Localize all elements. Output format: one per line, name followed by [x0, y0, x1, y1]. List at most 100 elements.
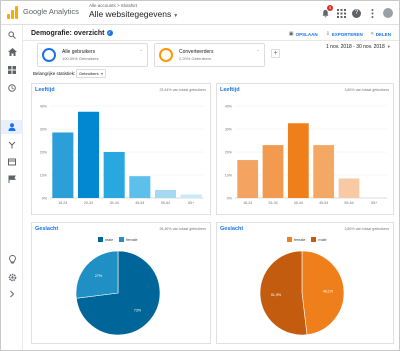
segment-color-ring	[42, 48, 56, 62]
chevron-down-icon[interactable]: ⌄	[139, 47, 143, 53]
realtime-icon[interactable]	[7, 83, 17, 93]
report-actions: ▣ OPSLAAN ⇩ EXPORTEREN < DELEN	[289, 31, 391, 37]
y-tick-label: 30%	[225, 127, 233, 131]
bar	[52, 132, 74, 198]
segment-share: 100,00% Gebruikers	[62, 56, 99, 61]
add-segment-button[interactable]: +	[271, 49, 280, 58]
breadcrumb[interactable]: Alle accounts > Slotshirt	[89, 3, 137, 8]
segment-color-ring	[159, 48, 173, 62]
x-tick-label: 18-24	[58, 201, 67, 205]
segment-name: Converteerders	[179, 49, 214, 55]
conversions-icon[interactable]	[7, 174, 17, 184]
export-button[interactable]: ⇩ EXPORTEREN	[326, 31, 363, 37]
bar	[180, 194, 202, 198]
header-divider	[23, 40, 399, 41]
top-bar: Google Analytics Alle accounts > Slotshi…	[1, 1, 399, 25]
slice-value-label: 73%	[134, 309, 142, 313]
y-tick-label: 30%	[40, 127, 48, 131]
discover-icon[interactable]	[7, 254, 17, 264]
x-tick-label: 65+	[188, 201, 194, 205]
bar	[338, 178, 360, 198]
date-range-text: 1 nov. 2018 - 30 nov. 2018	[326, 44, 385, 50]
x-tick-label: 35-44	[110, 201, 119, 205]
page-title-text: Demografie: overzicht	[31, 30, 105, 37]
help-icon[interactable]: ?	[352, 8, 361, 18]
y-tick-label: 10%	[225, 173, 233, 177]
left-navigation	[1, 25, 23, 350]
y-tick-label: 20%	[40, 150, 48, 154]
chevron-down-icon: ▼	[173, 13, 179, 19]
y-tick-label: 40%	[40, 104, 48, 108]
view-name: Alle websitegegevens	[89, 9, 172, 19]
x-tick-label: 18-24	[243, 201, 252, 205]
behavior-icon[interactable]	[7, 157, 17, 167]
age-bar-chart: 0% 10% 20% 30% 40% 18-24 25-34 35-44 45-54 55-64 6…	[225, 104, 387, 205]
top-bar-icons: 5 ?	[320, 5, 393, 21]
bar	[129, 176, 151, 198]
gender-chart-all-users: Geslacht 26,46% van totaal gebruikers ma…	[31, 222, 211, 344]
x-tick-label: 45-54	[319, 201, 328, 205]
page-title: Demografie: overzicht ✓	[31, 30, 113, 37]
app-frame: Google Analytics Alle accounts > Slotshi…	[0, 0, 400, 351]
y-tick-label: 0%	[42, 196, 48, 200]
google-analytics-logo[interactable]	[7, 6, 19, 19]
chevron-down-icon: ▾	[100, 71, 103, 76]
x-tick-label: 25-34	[84, 201, 93, 205]
notification-badge: 5	[327, 5, 333, 11]
bar	[262, 145, 284, 198]
age-chart-all-users: Leeftijd 23,44% van totaal gebruikers 0%…	[31, 83, 211, 215]
gender-chart-converters: Geslacht 3,80% van totaal gebruikers fem…	[216, 222, 394, 344]
slice-value-label: 48,1%	[323, 290, 334, 294]
save-button[interactable]: ▣ OPSLAAN	[289, 31, 318, 37]
share-button-label: DELEN	[375, 31, 391, 37]
gender-pie-chart: 73% 27%	[75, 250, 161, 336]
x-tick-label: 25-34	[268, 201, 277, 205]
expand-icon[interactable]	[7, 289, 17, 299]
segment-all-users[interactable]: Alle gebruikers 100,00% Gebruikers ⌄	[37, 43, 148, 67]
x-tick-label: 35-44	[294, 201, 303, 205]
x-tick-label: 65+	[371, 201, 377, 205]
acquisition-icon[interactable]	[7, 140, 17, 150]
save-icon: ▣	[288, 31, 294, 37]
share-button[interactable]: < DELEN	[371, 31, 391, 37]
customization-icon[interactable]	[7, 65, 17, 75]
export-button-label: EXPORTEREN	[331, 31, 363, 37]
chevron-down-icon[interactable]: ⌄	[256, 47, 260, 53]
account-avatar[interactable]	[383, 8, 393, 18]
key-metric-select[interactable]: Gebruikers ▾	[76, 69, 106, 78]
chevron-down-icon: ▼	[386, 44, 391, 49]
share-icon: <	[370, 31, 374, 37]
bell-icon[interactable]: 5	[320, 5, 333, 18]
slice-value-label: 51,9%	[271, 293, 282, 297]
segment-converters[interactable]: Converteerders 2,20% Gebruikers ⌄	[154, 43, 265, 67]
search-icon[interactable]	[7, 30, 17, 40]
segment-name: Alle gebruikers	[62, 49, 96, 55]
x-tick-label: 55-64	[161, 201, 170, 205]
y-tick-label: 40%	[225, 104, 233, 108]
product-name: Google Analytics	[23, 7, 79, 16]
y-tick-label: 10%	[40, 173, 48, 177]
apps-grid-icon[interactable]	[336, 8, 346, 18]
pie-slice	[259, 250, 308, 336]
bar	[313, 145, 335, 198]
key-metric-value: Gebruikers	[79, 71, 99, 76]
bar	[237, 160, 259, 198]
home-icon[interactable]	[7, 47, 17, 57]
view-selector[interactable]: Alle websitegegevens ▼	[89, 9, 178, 19]
more-vert-icon[interactable]	[367, 8, 377, 18]
gender-pie-chart: 48,1% 51,9%	[259, 250, 345, 336]
export-icon: ⇩	[325, 31, 330, 37]
y-tick-label: 20%	[225, 150, 233, 154]
x-tick-label: 45-54	[135, 201, 144, 205]
bar	[154, 189, 177, 198]
admin-icon[interactable]	[7, 272, 17, 282]
audience-icon[interactable]	[7, 122, 17, 132]
verified-icon: ✓	[106, 30, 113, 37]
age-chart-converters: Leeftijd 3,80% van totaal gebruikers 0% 1…	[216, 83, 394, 215]
segment-share: 2,20% Gebruikers	[179, 56, 212, 61]
bar	[287, 123, 309, 198]
date-range-picker[interactable]: 1 nov. 2018 - 30 nov. 2018 ▼	[326, 44, 391, 50]
bar	[77, 111, 100, 198]
y-tick-label: 0%	[227, 196, 233, 200]
slice-value-label: 27%	[95, 274, 103, 278]
